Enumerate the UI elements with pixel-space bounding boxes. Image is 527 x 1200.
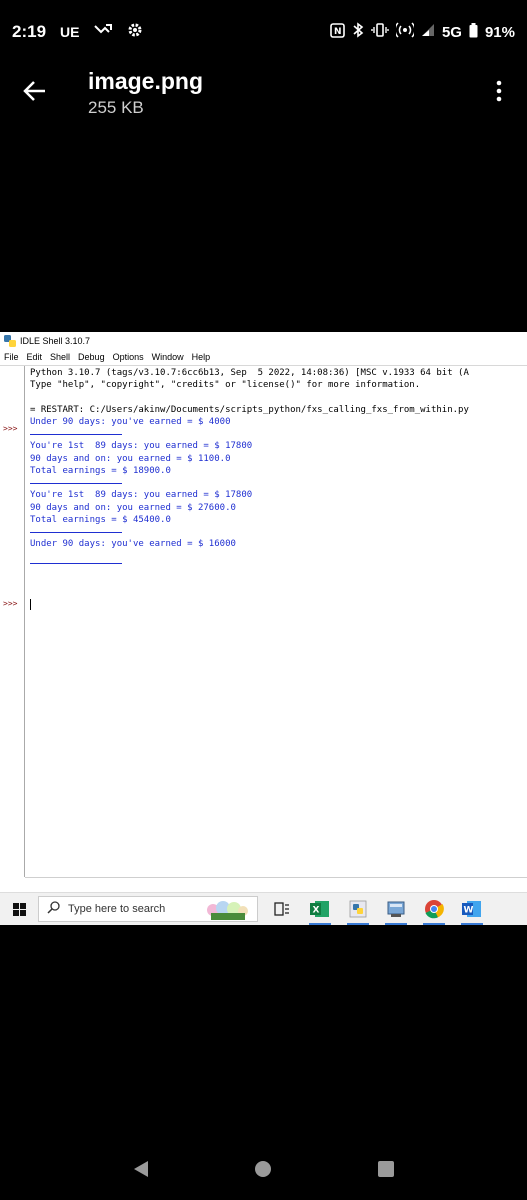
svg-text:W: W	[464, 906, 474, 916]
output-line: 90 days and on: you earned = $ 1100.0	[30, 454, 231, 464]
file-name: image.png	[88, 68, 204, 94]
nfc-icon: N	[330, 22, 345, 42]
output-underline	[30, 532, 122, 533]
output-line: You're 1st 89 days: you earned = $ 17800	[30, 490, 253, 500]
android-navbar	[0, 1138, 527, 1200]
menu-window[interactable]: Window	[152, 352, 184, 362]
bluetooth-icon	[352, 22, 364, 42]
more-options-icon[interactable]	[487, 76, 511, 106]
hotspot-icon	[394, 22, 416, 42]
svg-text:X: X	[313, 906, 320, 916]
menu-debug[interactable]: Debug	[78, 352, 105, 362]
windows-taskbar: Type here to search X W	[0, 892, 527, 925]
file-size: 255 KB	[88, 98, 144, 117]
excel-icon[interactable]: X	[306, 895, 334, 925]
signal-icon	[421, 23, 435, 41]
shell-prompt: >>>	[3, 599, 18, 608]
battery-icon	[469, 22, 478, 42]
network-type: 5G	[441, 23, 462, 41]
output-line: Total earnings = $ 45400.0	[30, 515, 171, 525]
shell-text-area[interactable]: Python 3.10.7 (tags/v3.10.7:6cc6b13, Sep…	[30, 366, 527, 877]
menu-file[interactable]: File	[4, 352, 19, 362]
nav-home-icon[interactable]	[248, 1154, 278, 1184]
idle-shell-body: >>> >>> Python 3.10.7 (tags/v3.10.7:6cc6…	[0, 365, 527, 910]
output-underline	[30, 483, 122, 484]
settings-gear-icon	[127, 22, 143, 43]
python-idle-icon[interactable]	[344, 895, 372, 925]
search-highlight-image-icon	[205, 900, 249, 920]
battery-percent: 91%	[484, 23, 515, 41]
status-time: 2:19	[12, 22, 47, 41]
output-line: 90 days and on: you earned = $ 27600.0	[30, 503, 236, 513]
output-line: Under 90 days: you've earned = $ 4000	[30, 417, 231, 427]
python-logo-icon	[4, 334, 16, 347]
output-underline	[30, 434, 122, 435]
back-arrow-icon[interactable]	[18, 74, 52, 108]
search-icon	[47, 901, 60, 917]
shell-line: = RESTART: C:/Users/akinw/Documents/scri…	[30, 405, 469, 415]
word-icon[interactable]: W	[458, 895, 486, 925]
shell-line: Python 3.10.7 (tags/v3.10.7:6cc6b13, Sep…	[30, 368, 469, 378]
chrome-icon[interactable]	[420, 895, 448, 925]
missed-call-icon	[93, 22, 113, 43]
shell-prompt: >>>	[3, 424, 18, 433]
carrier-badge: UE	[60, 24, 80, 40]
idle-window-title: IDLE Shell 3.10.7	[20, 335, 91, 346]
output-line: Total earnings = $ 18900.0	[30, 466, 171, 476]
nav-recents-icon[interactable]	[371, 1154, 401, 1184]
prompt-gutter: >>> >>>	[0, 366, 25, 877]
horizontal-scrollbar[interactable]	[25, 877, 527, 878]
menu-shell[interactable]: Shell	[50, 352, 70, 362]
menu-options[interactable]: Options	[113, 352, 144, 362]
output-underline	[30, 563, 122, 564]
task-view-icon[interactable]	[268, 895, 296, 923]
menu-edit[interactable]: Edit	[27, 352, 43, 362]
output-line: Under 90 days: you've earned = $ 16000	[30, 539, 236, 549]
menu-help[interactable]: Help	[192, 352, 211, 362]
file-manager-icon[interactable]	[382, 895, 410, 925]
shell-line: Type "help", "copyright", "credits" or "…	[30, 380, 421, 390]
taskbar-search-box[interactable]: Type here to search	[38, 896, 258, 922]
output-line: You're 1st 89 days: you earned = $ 17800	[30, 441, 253, 451]
idle-menubar: File Edit Shell Debug Options Window Hel…	[0, 350, 527, 364]
status-bar: 2:19 UE N 5G 91%	[0, 0, 527, 64]
windows-start-icon[interactable]	[4, 894, 34, 924]
idle-titlebar: IDLE Shell 3.10.7	[0, 332, 527, 349]
text-cursor	[30, 599, 31, 610]
screenshot-image: IDLE Shell 3.10.7 File Edit Shell Debug …	[0, 332, 527, 925]
nav-back-icon[interactable]	[126, 1154, 156, 1184]
search-placeholder: Type here to search	[68, 903, 166, 915]
vibrate-icon	[371, 23, 389, 41]
viewer-header: image.png 255 KB	[0, 64, 527, 128]
svg-text:N: N	[334, 27, 342, 37]
